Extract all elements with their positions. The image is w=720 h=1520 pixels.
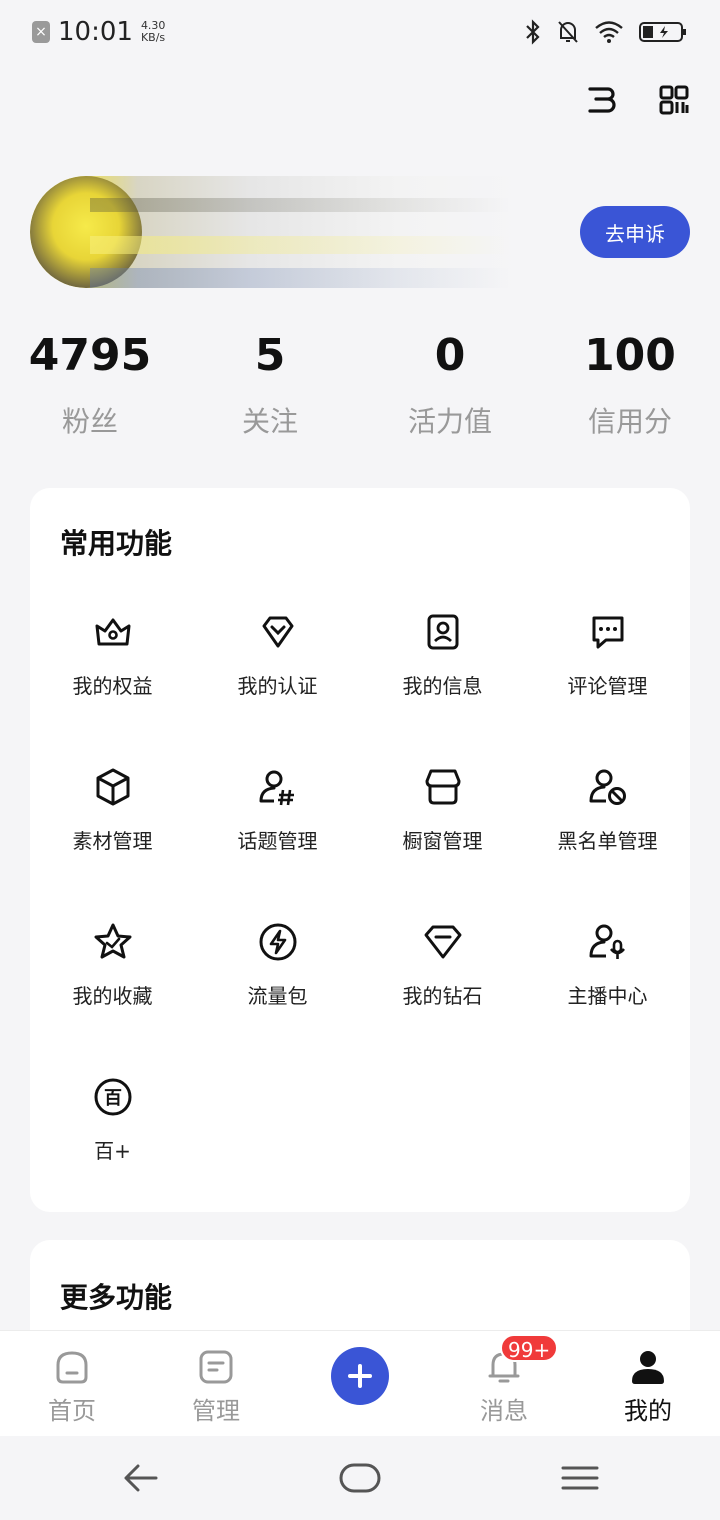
- home-icon: [56, 1351, 88, 1384]
- system-nav-bar: [0, 1436, 720, 1520]
- back-icon[interactable]: [120, 1460, 160, 1496]
- bottom-nav: 首页 管理 消息 我的: [0, 1330, 720, 1436]
- func-label: 橱窗管理: [402, 829, 483, 853]
- stat-value: 4795: [28, 330, 152, 381]
- manage-icon: [199, 1350, 233, 1384]
- network-speed: 4.30 KB/s: [141, 20, 166, 44]
- stat-value: 100: [584, 330, 676, 381]
- verified-badge-icon: [262, 616, 293, 648]
- stat-label: 关注: [241, 405, 298, 438]
- nav-home[interactable]: 首页: [0, 1347, 144, 1426]
- store-icon: [425, 769, 460, 805]
- func-label: 评论管理: [567, 674, 648, 698]
- func-label: 我的权益: [72, 674, 153, 698]
- clock: 10:01: [58, 17, 133, 47]
- create-button[interactable]: [331, 1347, 389, 1405]
- func-my-verification[interactable]: 我的认证: [195, 610, 360, 699]
- plus-icon: [348, 1364, 372, 1388]
- avatar-blurred[interactable]: [30, 176, 520, 288]
- blur-streak: [90, 198, 510, 212]
- notification-icon: ×: [32, 21, 50, 43]
- func-label: 话题管理: [237, 829, 318, 853]
- nav-label: 首页: [48, 1397, 96, 1425]
- func-bai-plus[interactable]: 百 百+: [30, 1075, 195, 1164]
- cube-icon: [96, 768, 129, 806]
- func-label: 我的钻石: [402, 984, 483, 1008]
- stat-value: 5: [254, 330, 286, 381]
- user-hashtag-icon: [259, 770, 294, 806]
- nav-messages[interactable]: 消息: [432, 1347, 576, 1426]
- func-my-favorites[interactable]: 我的收藏: [30, 920, 195, 1009]
- qr-code-icon[interactable]: [658, 84, 690, 116]
- func-label: 我的收藏: [72, 984, 153, 1008]
- func-label: 流量包: [247, 984, 308, 1008]
- section-title: 更多功能: [60, 1281, 173, 1314]
- section-title: 常用功能: [60, 527, 173, 560]
- menu-icon[interactable]: [586, 84, 618, 116]
- profile-card-icon: [427, 614, 458, 650]
- lightning-icon: [259, 923, 296, 961]
- user-mic-icon: [589, 924, 625, 959]
- appeal-button[interactable]: 去申诉: [580, 206, 690, 258]
- top-actions: [586, 84, 690, 116]
- comment-icon: [592, 616, 623, 649]
- bai-plus-icon: 百: [94, 1078, 131, 1116]
- blur-streak: [90, 236, 510, 254]
- crown-icon: [95, 618, 130, 646]
- svg-text:百: 百: [104, 1088, 122, 1109]
- stat-label: 粉丝: [61, 405, 118, 438]
- stat-label: 活力值: [407, 405, 492, 438]
- status-right: [524, 19, 688, 45]
- func-my-info[interactable]: 我的信息: [360, 610, 525, 699]
- func-label: 百+: [94, 1139, 131, 1163]
- wifi-icon: [595, 21, 623, 43]
- status-left: × 10:01 4.30 KB/s: [32, 17, 165, 47]
- stat-fans[interactable]: 4795 粉丝: [0, 326, 180, 440]
- func-material-manage[interactable]: 素材管理: [30, 765, 195, 854]
- func-label: 黑名单管理: [557, 829, 658, 853]
- diamond-icon: [424, 925, 461, 959]
- stat-value: 0: [434, 330, 466, 381]
- func-label: 我的信息: [402, 674, 483, 698]
- battery-icon: [639, 22, 686, 42]
- func-my-diamonds[interactable]: 我的钻石: [360, 920, 525, 1009]
- func-traffic-pack[interactable]: 流量包: [195, 920, 360, 1009]
- func-my-rights[interactable]: 我的权益: [30, 610, 195, 699]
- stat-credit[interactable]: 100 信用分: [540, 326, 720, 440]
- common-functions-card: 常用功能 我的权益 我的认证 我的信息 评论管理 素材管理 话题管理 橱窗管理 …: [30, 488, 690, 1212]
- nav-label: 消息: [480, 1397, 528, 1425]
- mute-bell-icon: [558, 21, 578, 43]
- nav-label: 管理: [192, 1397, 240, 1425]
- person-icon: [632, 1351, 664, 1384]
- func-comment-manage[interactable]: 评论管理: [525, 610, 690, 699]
- func-showcase-manage[interactable]: 橱窗管理: [360, 765, 525, 854]
- func-blacklist-manage[interactable]: 黑名单管理: [525, 765, 690, 854]
- status-bar: × 10:01 4.30 KB/s: [0, 0, 720, 64]
- nav-me[interactable]: 我的: [576, 1347, 720, 1426]
- func-label: 我的认证: [237, 674, 318, 698]
- bluetooth-icon: [526, 19, 540, 45]
- stat-following[interactable]: 5 关注: [180, 326, 360, 440]
- func-anchor-center[interactable]: 主播中心: [525, 920, 690, 1009]
- star-icon: [94, 923, 131, 959]
- user-block-icon: [589, 769, 626, 805]
- func-topic-manage[interactable]: 话题管理: [195, 765, 360, 854]
- stats-row: 4795 粉丝 5 关注 0 活力值 100 信用分: [0, 326, 720, 446]
- speed-unit: KB/s: [140, 31, 166, 44]
- func-label: 素材管理: [72, 829, 153, 853]
- stat-vitality[interactable]: 0 活力值: [360, 326, 540, 440]
- nav-manage[interactable]: 管理: [144, 1347, 288, 1426]
- message-badge: 99+: [500, 1334, 559, 1362]
- blur-streak: [90, 268, 510, 288]
- home-button-icon[interactable]: [338, 1460, 382, 1496]
- func-label: 主播中心: [567, 984, 648, 1008]
- stat-label: 信用分: [587, 405, 672, 438]
- nav-label: 我的: [624, 1397, 672, 1425]
- recents-menu-icon[interactable]: [560, 1460, 600, 1496]
